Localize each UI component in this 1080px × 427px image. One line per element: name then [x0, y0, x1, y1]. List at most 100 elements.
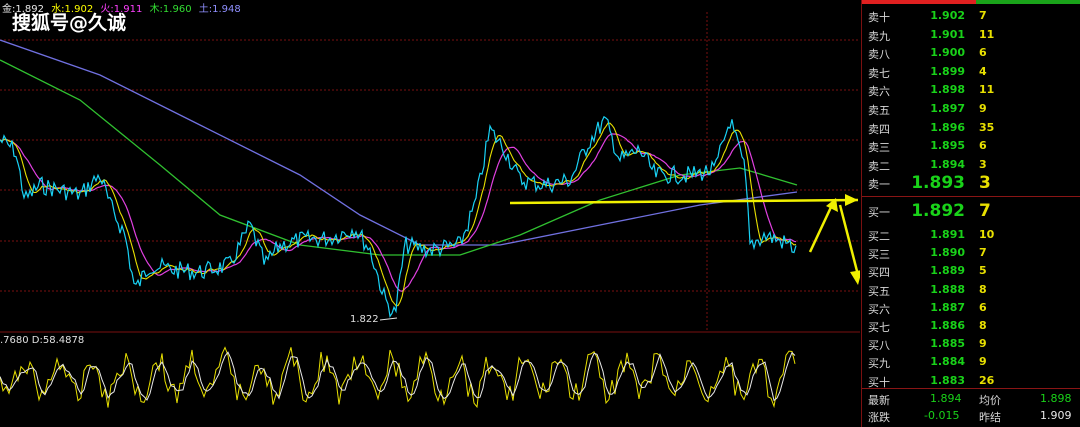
buy-level-8[interactable]: 买八 1.885 9: [862, 335, 1080, 353]
sell-level-volume: 6: [979, 46, 987, 60]
low-price-label: 1.822: [350, 314, 379, 325]
support-annotation-arrowhead: [845, 194, 858, 206]
buy-level-volume: 9: [979, 355, 987, 369]
bid-ask-divider: [862, 196, 1080, 197]
buy-level-7[interactable]: 买七 1.886 8: [862, 317, 1080, 335]
intraday-chart[interactable]: 金:1.892 水:1.902 火:1.911 木:1.960 土:1.948 …: [0, 0, 860, 427]
buy-level-price: 1.889: [930, 264, 965, 278]
buy-level-label: 买二: [868, 230, 890, 243]
sell-level-price: 1.901: [930, 27, 965, 41]
sell-level-volume: 4: [979, 64, 987, 78]
buy-level-volume: 5: [979, 264, 987, 278]
prev-settle-label: 昨结: [979, 411, 1001, 424]
sell-level-volume: 6: [979, 139, 987, 153]
buy-level-label: 买六: [868, 302, 890, 316]
sell-level-price: 1.895: [930, 139, 965, 153]
down-annotation-arrow: [838, 204, 860, 276]
buy-level-volume: 8: [979, 319, 987, 332]
buy-level-volume: 9: [979, 337, 987, 351]
sell-level-label: 卖四: [868, 122, 890, 136]
buy-level-label: 买四: [868, 266, 890, 280]
ma-line-tu: [0, 39, 798, 246]
stats-divider: [862, 388, 1080, 389]
buy-level-price: 1.888: [930, 282, 965, 296]
sell-level-price: 1.902: [930, 9, 965, 22]
sell-level-price: 1.897: [930, 102, 965, 115]
buy-level-volume: 10: [979, 228, 995, 241]
latest-label: 最新: [868, 394, 890, 407]
ma-line-mu: [0, 59, 798, 256]
price-line: [0, 115, 797, 318]
buy-level-2[interactable]: 买二 1.891 10: [862, 226, 1080, 244]
avg-price-value: 1.898: [1040, 392, 1072, 405]
ma-line-huo: [0, 133, 797, 292]
sell-level-price: 1.900: [930, 46, 965, 60]
buy-level-price: 1.885: [930, 337, 965, 351]
sell-level-volume: 11: [979, 27, 995, 41]
down-annotation-arrowhead: [850, 270, 860, 285]
sell-level-volume: 35: [979, 120, 995, 134]
buy-level-volume: 7: [979, 246, 987, 260]
sell-level-10[interactable]: 卖十 1.902 7: [862, 7, 1080, 25]
sell-level-label: 卖五: [868, 104, 890, 117]
buy-level-price: 1.887: [930, 300, 965, 314]
buy-level-price: 1.892: [911, 201, 965, 221]
buy-level-1[interactable]: 买一 1.892 7: [862, 201, 1080, 221]
buy-level-10[interactable]: 买十 1.883 26: [862, 372, 1080, 390]
ma-line-shui: [0, 122, 797, 307]
sell-level-4[interactable]: 卖四 1.896 35: [862, 119, 1080, 137]
sell-level-price: 1.899: [930, 64, 965, 78]
sell-level-9[interactable]: 卖九 1.901 11: [862, 26, 1080, 44]
up-annotation-arrow: [808, 204, 834, 253]
order-book-panel: 卖十 1.902 7 卖九 1.901 11 卖八 1.900 6 卖七 1.8…: [861, 0, 1080, 427]
chart-canvas[interactable]: [0, 0, 860, 427]
sell-level-label: 卖三: [868, 141, 890, 155]
latest-value: 1.894: [930, 392, 962, 405]
buy-level-label: 买七: [868, 321, 890, 334]
stats-row-latest: 最新 1.894 均价 1.898: [862, 390, 1080, 408]
sell-level-5[interactable]: 卖五 1.897 9: [862, 100, 1080, 118]
sell-level-label: 卖九: [868, 29, 890, 43]
sell-level-7[interactable]: 卖七 1.899 4: [862, 63, 1080, 81]
buy-level-price: 1.886: [930, 319, 965, 332]
sell-level-label: 卖十: [868, 11, 890, 24]
buy-level-volume: 26: [979, 373, 995, 387]
buy-level-4[interactable]: 买四 1.889 5: [862, 262, 1080, 280]
buy-level-3[interactable]: 买三 1.890 7: [862, 244, 1080, 262]
sell-level-8[interactable]: 卖八 1.900 6: [862, 44, 1080, 62]
sell-level-volume: 11: [979, 83, 995, 97]
sell-level-3[interactable]: 卖三 1.895 6: [862, 137, 1080, 155]
buy-sell-ratio-bar: [862, 0, 1080, 4]
change-value: -0.015: [924, 409, 960, 422]
sell-level-price: 1.896: [930, 120, 965, 134]
change-label: 涨跌: [868, 411, 890, 424]
sell-level-volume: 3: [979, 157, 987, 171]
sell-level-volume: 7: [979, 9, 987, 22]
sell-level-2[interactable]: 卖二 1.894 3: [862, 156, 1080, 174]
prev-settle-value: 1.909: [1040, 409, 1072, 422]
sell-level-label: 卖二: [868, 159, 890, 173]
buy-ratio-bar: [976, 0, 1080, 4]
buy-level-price: 1.883: [930, 373, 965, 387]
watermark: 搜狐号@久诚: [12, 12, 127, 34]
sell-level-volume: 9: [979, 102, 987, 115]
stats-row-change: 涨跌 -0.015 昨结 1.909: [862, 407, 1080, 425]
sell-level-price: 1.898: [930, 83, 965, 97]
sell-level-label: 卖八: [868, 48, 890, 62]
buy-level-6[interactable]: 买六 1.887 6: [862, 299, 1080, 317]
support-annotation-line: [509, 198, 859, 205]
sell-level-label: 卖六: [868, 85, 890, 99]
sell-level-price: 1.893: [911, 173, 965, 193]
buy-level-price: 1.884: [930, 355, 965, 369]
buy-level-volume: 7: [979, 201, 991, 221]
avg-price-label: 均价: [979, 394, 1001, 407]
ma-legend-tu: 土:1.948: [198, 4, 241, 15]
buy-level-label: 买八: [868, 339, 890, 353]
sell-level-6[interactable]: 卖六 1.898 11: [862, 81, 1080, 99]
buy-level-9[interactable]: 买九 1.884 9: [862, 353, 1080, 371]
buy-level-label: 买一: [868, 206, 890, 219]
buy-level-label: 买三: [868, 248, 890, 262]
buy-level-label: 买五: [868, 284, 890, 298]
sell-level-1[interactable]: 卖一 1.893 3: [862, 173, 1080, 193]
buy-level-5[interactable]: 买五 1.888 8: [862, 281, 1080, 299]
